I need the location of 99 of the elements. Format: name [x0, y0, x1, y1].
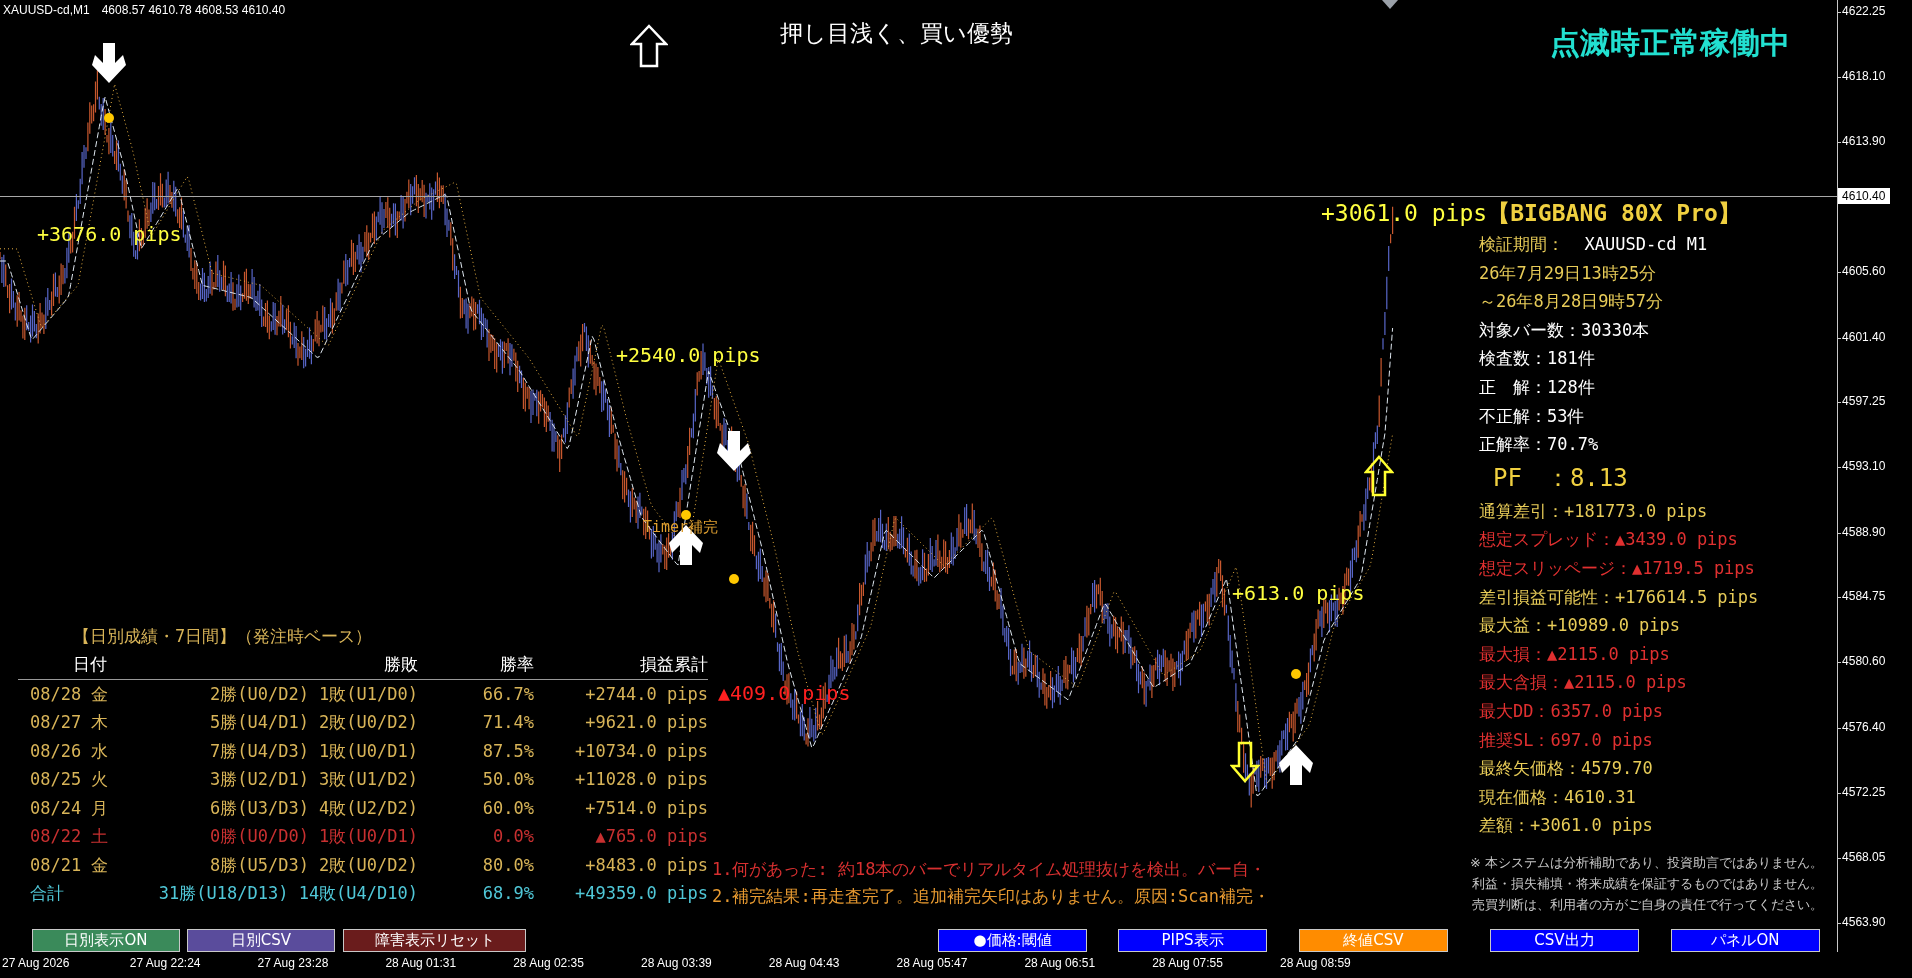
table-cell-text: 08/22 土: [29, 825, 110, 848]
symbol-label: XAUUSD-cd,M1: [3, 3, 90, 17]
time-label: 28 Aug 08:59: [1280, 956, 1351, 970]
stat-line: 最大損：▲2115.0 pips: [1479, 643, 1670, 664]
disclaimer-text: ※ 本システムは分析補助であり、投資助言ではありません。: [1470, 854, 1824, 872]
time-label: 27 Aug 22:24: [129, 956, 201, 970]
stat-line: PF ：8.13: [1493, 463, 1628, 492]
stat-line: 最大益：+10989.0 pips: [1479, 615, 1681, 636]
stat-line: 正 解：128件: [1479, 376, 1595, 397]
time-label: 28 Aug 03:39: [641, 956, 712, 970]
table-cell-text: 66.7%: [481, 682, 534, 706]
message-text: 1.何があった: 約18本のバーでリアルタイム処理抜けを検出。バー自・: [712, 858, 1268, 881]
toolbar-button[interactable]: CSV出力: [1490, 929, 1639, 952]
stat-line: 検証期間： XAUUSD-cd M1: [1479, 234, 1708, 254]
time-label: 28 Aug 04:43: [768, 956, 840, 970]
table-cell-text: 08/27 木: [29, 711, 110, 734]
table-cell-text: 31勝(U18/D13) 14敗(U4/D10): [157, 882, 418, 905]
table-cell-text: ▲765.0 pips: [594, 825, 708, 848]
table-cell-text: 0.0%: [492, 825, 534, 848]
stat-line: 想定スリッページ：▲1719.5 pips: [1479, 557, 1755, 578]
stat-line: 正解率：70.7%: [1479, 434, 1599, 455]
current-price-tag: 4610.40: [1838, 188, 1891, 204]
table-cell-text: 2勝(U0/D2) 1敗(U1/D0): [209, 682, 418, 706]
up-arrow-icon: [1278, 743, 1314, 787]
table-cell-text: +8483.0 pips: [584, 853, 708, 877]
stat-line: 最大含損：▲2115.0 pips: [1479, 672, 1687, 693]
stat-line: 不正解：53件: [1479, 405, 1585, 426]
stat-line: 最大DD：6357.0 pips: [1479, 700, 1664, 721]
table-cell-text: +2744.0 pips: [584, 682, 708, 706]
time-label: 27 Aug 23:28: [257, 956, 329, 970]
stat-line: 通算差引：+181773.0 pips: [1479, 500, 1708, 521]
table-cell-text: 80.0%: [481, 853, 534, 877]
stat-line: 差額：+3061.0 pips: [1479, 815, 1653, 836]
down-arrow-icon: [1230, 741, 1260, 783]
stat-line: 検査数：181件: [1479, 348, 1595, 369]
disclaimer-text: 売買判断は、利用者の方がご自身の責任で行ってください。: [1472, 896, 1824, 914]
time-label: 28 Aug 06:51: [1024, 956, 1096, 970]
table-cell-text: 8勝(U5/D3) 2敗(U0/D2): [209, 853, 418, 877]
time-label: 27 Aug 2026: [2, 956, 70, 970]
disclaimer-text: 利益・損失補填・将来成績を保証するものではありません。: [1472, 875, 1824, 893]
table-cell-text: 08/26 水: [29, 739, 110, 763]
table-cell-text: 7勝(U4/D3) 1敗(U0/D1): [209, 739, 418, 763]
table-cell-text: 08/24 月: [29, 796, 110, 820]
down-arrow-icon: [716, 429, 752, 473]
message-text: 2.補完結果:再走査完了。追加補完矢印はありません。原因:Scan補完・: [712, 885, 1270, 908]
time-label: 28 Aug 05:47: [896, 956, 968, 970]
panel-title: 【BIGBANG 80X Pro】: [1487, 198, 1741, 228]
toolbar-button[interactable]: 障害表示リセット: [343, 929, 526, 952]
signal-dot-icon: [680, 509, 692, 521]
table-cell-text: 08/28 金: [29, 682, 110, 706]
table-cell-text: +10734.0 pips: [573, 739, 708, 763]
column-header: 勝敗: [383, 653, 418, 676]
time-label: 28 Aug 02:35: [513, 956, 584, 970]
stat-line: 推奨SL：697.0 pips: [1479, 729, 1653, 750]
table-title: 【日別成績・7日間】（発注時ベース）: [72, 625, 374, 648]
table-cell-text: 08/21 金: [29, 853, 110, 877]
table-cell-text: 08/25 火: [29, 768, 110, 791]
stat-line: 最終矢価格：4579.70: [1479, 758, 1653, 779]
stat-line: 現在価格：4610.31: [1479, 786, 1636, 807]
time-label: 28 Aug 01:31: [385, 956, 457, 970]
table-cell-text: 50.0%: [481, 768, 534, 791]
stat-line: 26年7月29日13時25分: [1479, 262, 1657, 283]
stat-line: 対象バー数：30330本: [1479, 319, 1650, 340]
time-label: 28 Aug 07:55: [1152, 956, 1223, 970]
status-text: 点滅時正常稼働中: [1550, 24, 1790, 62]
table-cell-text: 87.5%: [481, 739, 534, 763]
toolbar-button[interactable]: パネルON: [1671, 929, 1820, 952]
signal-title: 押し目浅く、買い優勢: [780, 19, 1013, 48]
table-cell-text: +7514.0 pips: [584, 796, 708, 820]
toolbar-button[interactable]: 日別表示ON: [32, 929, 180, 952]
column-header: 日付: [72, 653, 108, 676]
table-cell-text: +49359.0 pips: [573, 882, 708, 905]
quote-values: 4608.57 4610.78 4608.53 4610.40: [101, 3, 286, 17]
up-arrow-icon: [1364, 455, 1394, 497]
stat-line: 差引損益可能性：+176614.5 pips: [1479, 586, 1759, 607]
table-cell-text: 0勝(U0/D0) 1敗(U0/D1): [209, 825, 418, 848]
table-cell-text: 71.4%: [481, 711, 534, 734]
table-cell-text: 6勝(U3/D3) 4敗(U2/D2): [209, 796, 418, 820]
toolbar-button[interactable]: PIPS表示: [1118, 929, 1267, 952]
toolbar-button[interactable]: ●価格:閾値: [938, 929, 1087, 952]
down-arrow-icon: [91, 41, 127, 85]
table-cell-text: 5勝(U4/D1) 2敗(U0/D2): [209, 711, 418, 734]
table-cell-text: +9621.0 pips: [584, 711, 708, 734]
column-header: 損益累計: [639, 653, 708, 676]
table-cell-text: +11028.0 pips: [573, 768, 708, 791]
toolbar-button[interactable]: 日別CSV: [187, 929, 335, 952]
stat-line: 想定スプレッド：▲3439.0 pips: [1479, 529, 1738, 550]
table-cell-text: 68.9%: [481, 882, 534, 905]
chart-label: +2540.0 pips: [616, 343, 761, 367]
signal-dot-icon: [728, 573, 740, 585]
column-header: 勝率: [499, 653, 534, 676]
stat-line: ～26年8月28日9時57分: [1479, 291, 1663, 312]
table-cell-text: 60.0%: [481, 796, 534, 820]
up-arrow-icon: [630, 24, 668, 68]
signal-dot-icon: [103, 112, 115, 124]
table-cell-text: 合計: [29, 882, 65, 905]
triangle-marker-icon: [1380, 0, 1400, 10]
table-cell-text: 3勝(U2/D1) 3敗(U1/D2): [209, 768, 418, 791]
signal-dot-icon: [1290, 668, 1302, 680]
